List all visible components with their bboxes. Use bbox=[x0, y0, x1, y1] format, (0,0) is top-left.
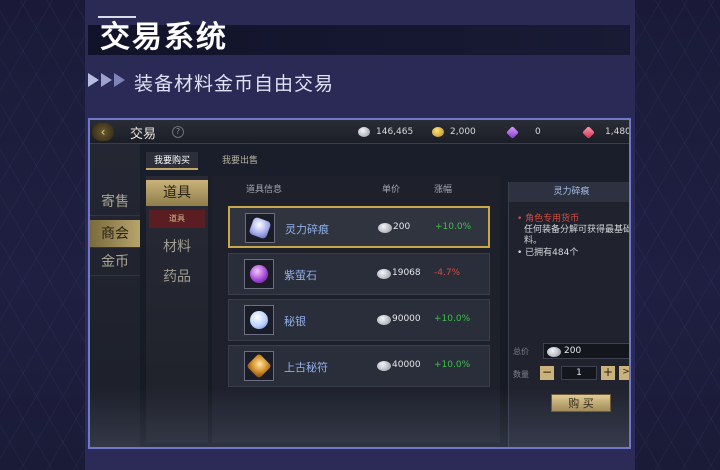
tab-guild-market[interactable]: 商会 bbox=[90, 220, 140, 248]
game-top-bar: ‹ 交易 ? 146,465 2,000 0 1,480 bbox=[90, 120, 629, 144]
ancient-rune-icon bbox=[244, 351, 274, 381]
list-item[interactable]: 秘银 90000 +10.0% bbox=[228, 299, 490, 341]
quantity-max-button[interactable]: > bbox=[619, 366, 629, 380]
silver-coin-icon bbox=[358, 127, 370, 137]
category-materials[interactable]: 材料 bbox=[146, 234, 208, 260]
item-change: +10.0% bbox=[434, 314, 471, 324]
sub-tab-bar: 我要购买 我要出售 bbox=[146, 152, 266, 170]
mithril-icon bbox=[244, 305, 274, 335]
fog-overlay bbox=[90, 387, 629, 447]
silver-coin-icon bbox=[378, 223, 392, 233]
red-gem-icon bbox=[582, 125, 595, 139]
help-icon[interactable]: ? bbox=[172, 126, 184, 138]
silver-coin-icon bbox=[377, 315, 391, 325]
item-price: 19068 bbox=[392, 268, 421, 278]
currency-silver: 146,465 bbox=[358, 124, 413, 140]
currency-value: 2,000 bbox=[450, 127, 476, 137]
header-item-info: 道具信息 bbox=[246, 185, 283, 195]
quantity-minus-button[interactable]: − bbox=[540, 366, 554, 380]
tab-sell[interactable]: 我要出售 bbox=[214, 152, 266, 170]
currency-purple: 0 bbox=[506, 124, 541, 140]
tab-gold[interactable]: 金币 bbox=[90, 248, 140, 276]
header-change: 涨幅 bbox=[434, 185, 453, 195]
hex-pattern-right bbox=[635, 0, 720, 470]
list-item[interactable]: 上古秘符 40000 +10.0% bbox=[228, 345, 490, 387]
item-name: 上古秘符 bbox=[284, 361, 328, 374]
total-value: 200 bbox=[564, 346, 582, 356]
item-price: 40000 bbox=[392, 360, 421, 370]
item-name: 灵力碎痕 bbox=[285, 223, 329, 236]
item-change: +10.0% bbox=[435, 222, 472, 232]
hex-pattern-left bbox=[0, 0, 85, 470]
item-change: +10.0% bbox=[434, 360, 471, 370]
page-title: 交易系统 bbox=[100, 20, 228, 55]
detail-desc-2: 料。 bbox=[524, 236, 543, 246]
item-price: 200 bbox=[393, 222, 411, 232]
detail-tag: • 角色专用货币 bbox=[517, 214, 580, 224]
currency-gold: 2,000 bbox=[432, 124, 476, 140]
item-name: 秘银 bbox=[284, 315, 306, 328]
item-price: 90000 bbox=[392, 314, 421, 324]
detail-desc-1: 任何装备分解可获得最基础 bbox=[524, 225, 631, 235]
item-change: -4.7% bbox=[434, 268, 461, 278]
quantity-field[interactable]: 1 bbox=[561, 366, 597, 380]
detail-owned: • 已拥有484个 bbox=[517, 248, 579, 258]
detail-title: 灵力碎痕 bbox=[509, 182, 629, 202]
category-items[interactable]: 道具 bbox=[146, 180, 208, 206]
triple-arrow-icon bbox=[88, 73, 125, 87]
gold-coin-icon bbox=[432, 127, 444, 137]
tab-consign[interactable]: 寄售 bbox=[90, 188, 140, 216]
quantity-label: 数量 bbox=[513, 370, 529, 379]
currency-value: 0 bbox=[535, 127, 541, 137]
list-item[interactable]: 紫萤石 19068 -4.7% bbox=[228, 253, 490, 295]
currency-value: 1,480 bbox=[605, 127, 631, 137]
detail-tag-text: 角色专用货币 bbox=[525, 214, 580, 224]
subcategory-items[interactable]: 道具 bbox=[149, 210, 205, 228]
currency-value: 146,465 bbox=[376, 127, 414, 137]
page-subtitle: 装备材料金币自由交易 bbox=[134, 73, 335, 95]
list-item[interactable]: 灵力碎痕 200 +10.0% bbox=[228, 206, 490, 248]
item-name: 紫萤石 bbox=[284, 269, 317, 282]
total-label: 总价 bbox=[513, 347, 529, 356]
game-screenshot: ‹ 交易 ? 146,465 2,000 0 1,480 寄售 商会 金币 我要… bbox=[88, 118, 631, 449]
header-price: 单价 bbox=[382, 185, 401, 195]
spirit-shard-icon bbox=[245, 213, 275, 243]
silver-coin-icon bbox=[547, 347, 561, 357]
window-title: 交易 bbox=[130, 127, 157, 142]
back-arrow-icon[interactable]: ‹ bbox=[92, 123, 114, 141]
silver-coin-icon bbox=[377, 361, 391, 371]
silver-coin-icon bbox=[377, 269, 391, 279]
total-field: 200 bbox=[543, 343, 629, 359]
quantity-plus-button[interactable]: + bbox=[601, 366, 615, 380]
purple-fluorite-icon bbox=[244, 259, 274, 289]
tab-buy[interactable]: 我要购买 bbox=[146, 152, 199, 170]
detail-owned-text: 已拥有484个 bbox=[525, 248, 579, 258]
category-potions[interactable]: 药品 bbox=[146, 264, 208, 290]
currency-red: 1,480 bbox=[582, 124, 631, 140]
purple-gem-icon bbox=[506, 125, 519, 139]
